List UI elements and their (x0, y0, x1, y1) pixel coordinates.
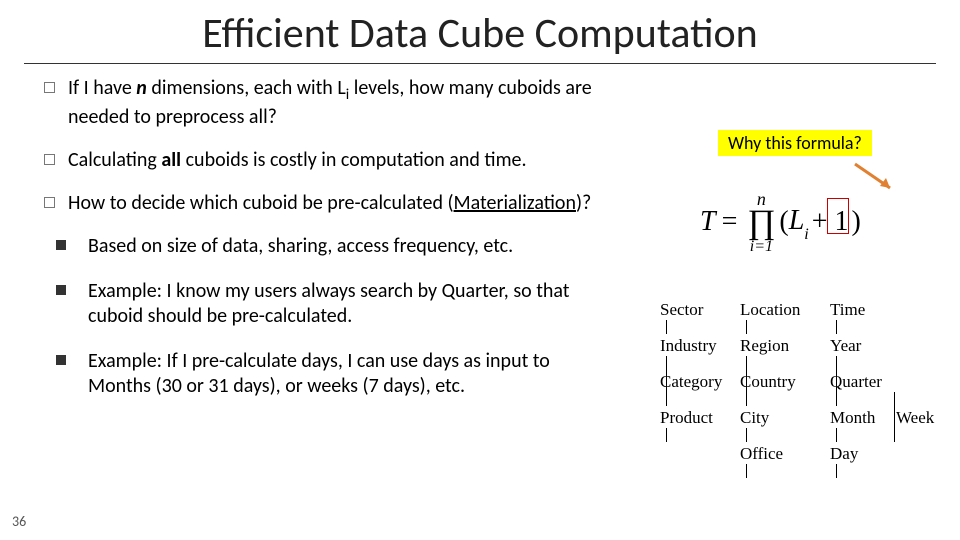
arrow-icon (850, 162, 900, 192)
hier-c1-0: Sector (660, 300, 722, 336)
callout-why-formula: Why this formula? (718, 130, 872, 156)
bullet-1: If I have n dimensions, each with Li lev… (40, 76, 600, 130)
hier-c3-3: Month (830, 408, 882, 444)
slide-title: Efficient Data Cube Computation (24, 0, 936, 64)
page-number: 36 (12, 513, 26, 530)
hier-c1-3: Product (660, 408, 722, 444)
hier-c1-1: Industry (660, 336, 722, 372)
bullet-2: Calculating all cuboids is costly in com… (40, 148, 600, 173)
formula: T = n ∏ i=1 ( Li + 1 ) (700, 190, 861, 255)
sub-bullet-2: Example: I know my users always search b… (40, 279, 600, 329)
sub-bullet-3: Example: If I pre-calculate days, I can … (40, 349, 600, 399)
hier-c3-0: Time (830, 300, 882, 336)
hier-c2-0: Location (740, 300, 800, 336)
sub-bullet-1: Based on size of data, sharing, access f… (40, 234, 600, 259)
hier-c3-2: Quarter (830, 372, 882, 408)
hier-c4-3: Week (896, 408, 934, 444)
hier-c2-3: City (740, 408, 800, 444)
slide-body: If I have n dimensions, each with Li lev… (40, 76, 600, 419)
hier-c3-1: Year (830, 336, 882, 372)
bullet-3: How to decide which cuboid be pre-calcul… (40, 191, 600, 216)
hier-c2-4: Office (740, 444, 800, 480)
hier-c2-1: Region (740, 336, 800, 372)
hier-c2-2: Country (740, 372, 800, 408)
hier-c3-4: Day (830, 444, 882, 480)
hier-c1-2: Category (660, 372, 722, 408)
